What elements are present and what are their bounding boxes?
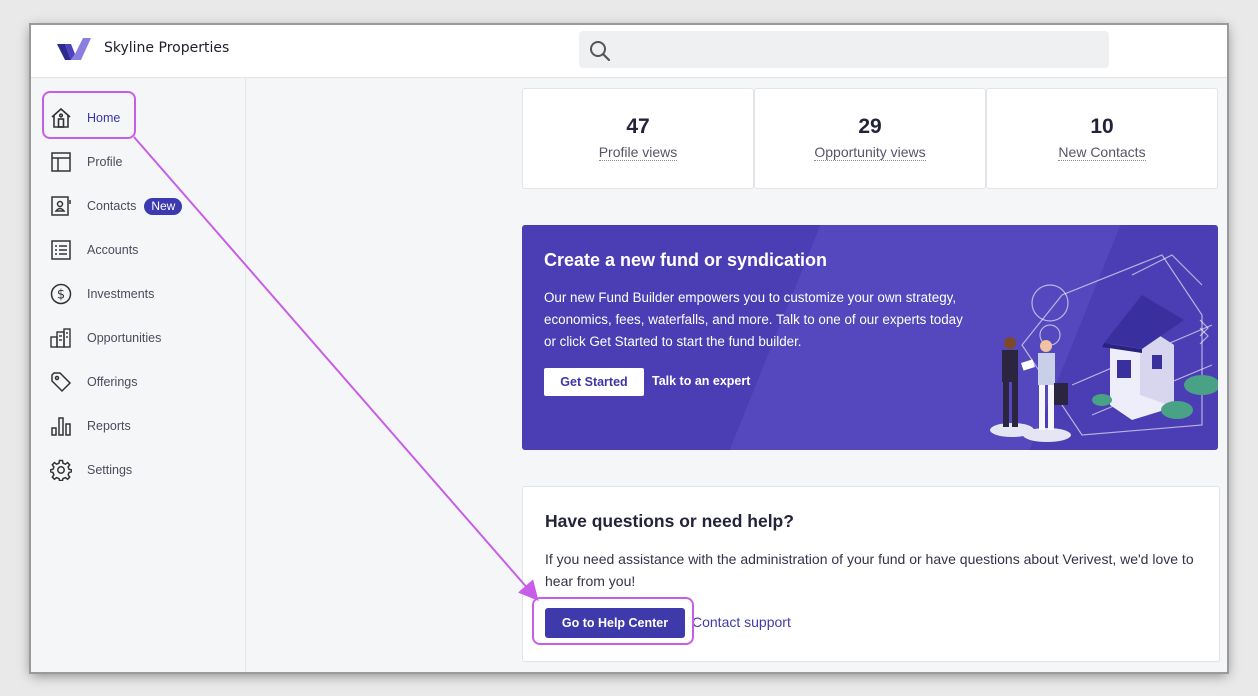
top-bar: Skyline Properties — [31, 25, 1227, 78]
sidebar-item-offerings[interactable]: Offerings — [45, 364, 235, 400]
new-badge: New — [144, 197, 183, 215]
contact-support-link[interactable]: Contact support — [692, 614, 791, 630]
sidebar-item-label: Investments — [87, 287, 155, 301]
sidebar-item-label: Accounts — [87, 243, 139, 257]
sidebar-item-profile[interactable]: Profile — [45, 144, 235, 180]
get-started-button[interactable]: Get Started — [544, 368, 644, 396]
house-handshake-illustration — [990, 254, 1218, 442]
sidebar-item-label: Profile — [87, 155, 123, 169]
help-title: Have questions or need help? — [545, 511, 794, 531]
contact-card-icon — [45, 194, 77, 218]
banner-title: Create a new fund or syndication — [544, 250, 828, 270]
stat-value: 10 — [1090, 115, 1114, 138]
banner-body: Our new Fund Builder empowers you to cus… — [544, 290, 963, 349]
stat-card-opportunity-views: 29 Opportunity views — [754, 88, 986, 189]
stat-card-new-contacts: 10 New Contacts — [986, 88, 1218, 189]
bar-chart-icon — [45, 414, 77, 438]
app-window: Skyline Properties Home Profile Contacts… — [31, 25, 1227, 672]
list-icon — [45, 238, 77, 262]
sidebar-item-label: Offerings — [87, 375, 138, 389]
gear-icon — [45, 458, 77, 482]
tag-icon — [45, 370, 77, 394]
sidebar-item-label: Settings — [87, 463, 133, 477]
sidebar-item-reports[interactable]: Reports — [45, 408, 235, 444]
sidebar-item-label: Contacts — [87, 199, 137, 213]
stat-label[interactable]: Profile views — [598, 144, 678, 161]
home-highlight-box — [42, 91, 136, 139]
logo-icon[interactable] — [57, 38, 91, 62]
sidebar-item-contacts[interactable]: Contacts New — [45, 188, 235, 224]
sidebar-item-label: Opportunities — [87, 331, 162, 345]
stat-value: 29 — [858, 115, 882, 138]
sidebar-item-label: Reports — [87, 419, 131, 433]
brand-name[interactable]: Skyline Properties — [104, 40, 229, 56]
sidebar: Home Profile Contacts New Accounts $ Inv… — [31, 78, 246, 672]
fund-builder-banner: Create a new fund or syndication Our new… — [522, 225, 1218, 450]
dollar-circle-icon: $ — [45, 282, 77, 306]
stat-card-profile-views: 47 Profile views — [522, 88, 754, 189]
svg-text:$: $ — [57, 288, 65, 303]
help-body: If you need assistance with the administ… — [545, 551, 1194, 589]
sidebar-item-settings[interactable]: Settings — [45, 452, 235, 488]
stat-value: 47 — [626, 115, 650, 138]
search-bar[interactable] — [579, 31, 1109, 68]
sidebar-item-accounts[interactable]: Accounts — [45, 232, 235, 268]
help-center-highlight-box — [532, 597, 694, 645]
search-icon — [590, 41, 611, 62]
buildings-icon — [45, 326, 77, 350]
sidebar-item-investments[interactable]: $ Investments — [45, 276, 235, 312]
stat-label[interactable]: Opportunity views — [814, 144, 926, 161]
profile-layout-icon — [45, 150, 77, 174]
sidebar-item-opportunities[interactable]: Opportunities — [45, 320, 235, 356]
search-input[interactable] — [623, 35, 1097, 65]
talk-to-expert-link[interactable]: Talk to an expert — [652, 374, 750, 388]
stat-label[interactable]: New Contacts — [1058, 144, 1146, 161]
